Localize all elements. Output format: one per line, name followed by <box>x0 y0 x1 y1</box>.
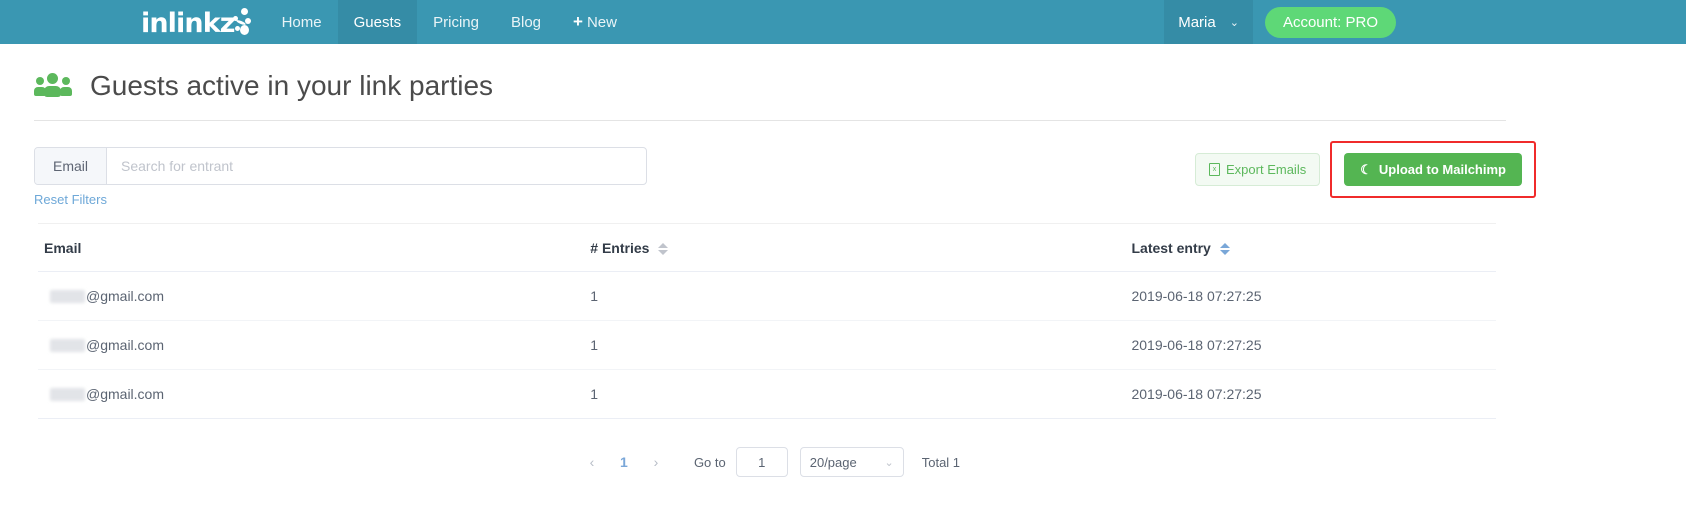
search-group: Email <box>34 147 647 185</box>
account-pro-button[interactable]: Account: PRO <box>1264 6 1396 38</box>
table-row[interactable]: @gmail.com 1 2019-06-18 07:27:25 <box>38 320 1496 371</box>
upload-to-mailchimp-label: Upload to Mailchimp <box>1378 162 1506 177</box>
guests-table-wrap: Email # Entries Latest entry @gmail.com … <box>38 223 1496 420</box>
pagination-next-button[interactable]: › <box>639 447 672 478</box>
goto-page-input[interactable] <box>735 447 788 478</box>
total-count-label: Total 1 <box>921 454 961 470</box>
navbar-left-group: inlinkz Home Guests Pricing Blog + New <box>141 0 633 44</box>
guests-group-icon <box>34 72 74 100</box>
top-navbar: inlinkz Home Guests Pricing Blog + New M… <box>0 0 1686 44</box>
upload-to-mailchimp-button[interactable]: ☾ Upload to Mailchimp <box>1344 153 1522 186</box>
cell-email: @gmail.com <box>38 320 591 371</box>
redacted-email-prefix <box>50 289 85 303</box>
nav-item-pricing[interactable]: Pricing <box>417 0 495 44</box>
column-header-latest-entry[interactable]: Latest entry <box>1131 224 1496 273</box>
plus-icon: + <box>573 12 583 31</box>
column-header-entries[interactable]: # Entries <box>590 224 1132 273</box>
table-body: @gmail.com 1 2019-06-18 07:27:25 @gmail.… <box>38 271 1496 420</box>
page-size-select[interactable]: 20/page ⌄ <box>799 447 904 478</box>
mailchimp-highlight-annotation: ☾ Upload to Mailchimp <box>1330 141 1536 198</box>
email-suffix: @gmail.com <box>86 288 165 305</box>
table-header-row: Email # Entries Latest entry <box>38 224 1496 273</box>
cell-entries: 1 <box>590 369 1132 420</box>
page-title: Guests active in your link parties <box>90 70 494 101</box>
email-suffix: @gmail.com <box>86 337 165 354</box>
brand-wordmark: inlinkz <box>141 7 235 39</box>
redacted-email-prefix <box>50 338 85 352</box>
user-menu[interactable]: Maria ⌄ <box>1164 0 1253 44</box>
brand-logo[interactable]: inlinkz <box>141 0 266 44</box>
goto-label: Go to <box>693 454 726 470</box>
guests-table: Email # Entries Latest entry @gmail.com … <box>38 224 1496 420</box>
chevron-down-icon: ⌄ <box>1229 16 1239 29</box>
cell-latest-entry: 2019-06-18 07:27:25 <box>1131 369 1496 420</box>
export-emails-button[interactable]: x Export Emails <box>1195 153 1321 186</box>
nav-item-blog[interactable]: Blog <box>495 0 557 44</box>
pagination: ‹ 1 › Go to 20/page ⌄ Total 1 <box>0 419 1536 478</box>
column-header-email-label: Email <box>44 240 82 257</box>
reset-filters-link[interactable]: Reset Filters <box>34 192 107 207</box>
sort-arrows-icon-latest-entry[interactable] <box>1219 242 1230 256</box>
email-suffix: @gmail.com <box>86 386 165 403</box>
column-header-email[interactable]: Email <box>38 224 591 273</box>
navbar-right-group: Maria ⌄ Account: PRO <box>1164 0 1686 44</box>
inlinkz-dot-logo-icon <box>232 7 252 37</box>
toolbar-actions: x Export Emails ☾ Upload to Mailchimp <box>1195 141 1536 198</box>
search-input[interactable] <box>107 148 646 184</box>
cell-latest-entry: 2019-06-18 07:27:25 <box>1131 271 1496 322</box>
pagination-page-1[interactable]: 1 <box>607 447 640 478</box>
sort-arrows-icon-entries[interactable] <box>658 242 669 256</box>
column-header-latest-entry-label: Latest entry <box>1131 240 1211 256</box>
page-size-value: 20/page <box>809 454 857 470</box>
table-row[interactable]: @gmail.com 1 2019-06-18 07:27:25 <box>38 271 1496 322</box>
column-header-entries-label: # Entries <box>590 240 650 256</box>
chevron-down-icon: ⌄ <box>884 456 894 469</box>
table-row[interactable]: @gmail.com 1 2019-06-18 07:27:25 <box>38 369 1496 420</box>
mailchimp-chimp-icon: ☾ <box>1360 162 1372 177</box>
user-name-label: Maria <box>1178 13 1216 31</box>
account-button-wrap: Account: PRO <box>1253 0 1396 44</box>
nav-item-new-label: New <box>586 13 617 31</box>
page-header: Guests active in your link parties <box>0 44 1686 102</box>
nav-item-home[interactable]: Home <box>266 0 338 44</box>
cell-entries: 1 <box>590 320 1132 371</box>
redacted-email-prefix <box>50 387 85 401</box>
page-body: Guests active in your link parties Email… <box>0 44 1686 478</box>
nav-item-new[interactable]: + New <box>557 0 633 44</box>
xls-file-icon: x <box>1209 163 1221 176</box>
export-emails-label: Export Emails <box>1226 162 1307 177</box>
pagination-prev-button[interactable]: ‹ <box>575 447 608 478</box>
search-field-selector[interactable]: Email <box>35 148 107 184</box>
cell-latest-entry: 2019-06-18 07:27:25 <box>1131 320 1496 371</box>
nav-item-guests[interactable]: Guests <box>337 0 418 44</box>
cell-entries: 1 <box>590 271 1132 322</box>
cell-email: @gmail.com <box>38 271 591 322</box>
cell-email: @gmail.com <box>38 369 591 420</box>
filters-toolbar: Email x Export Emails ☾ Upload to Mailch… <box>0 121 1686 198</box>
table-header: Email # Entries Latest entry <box>38 224 1496 273</box>
